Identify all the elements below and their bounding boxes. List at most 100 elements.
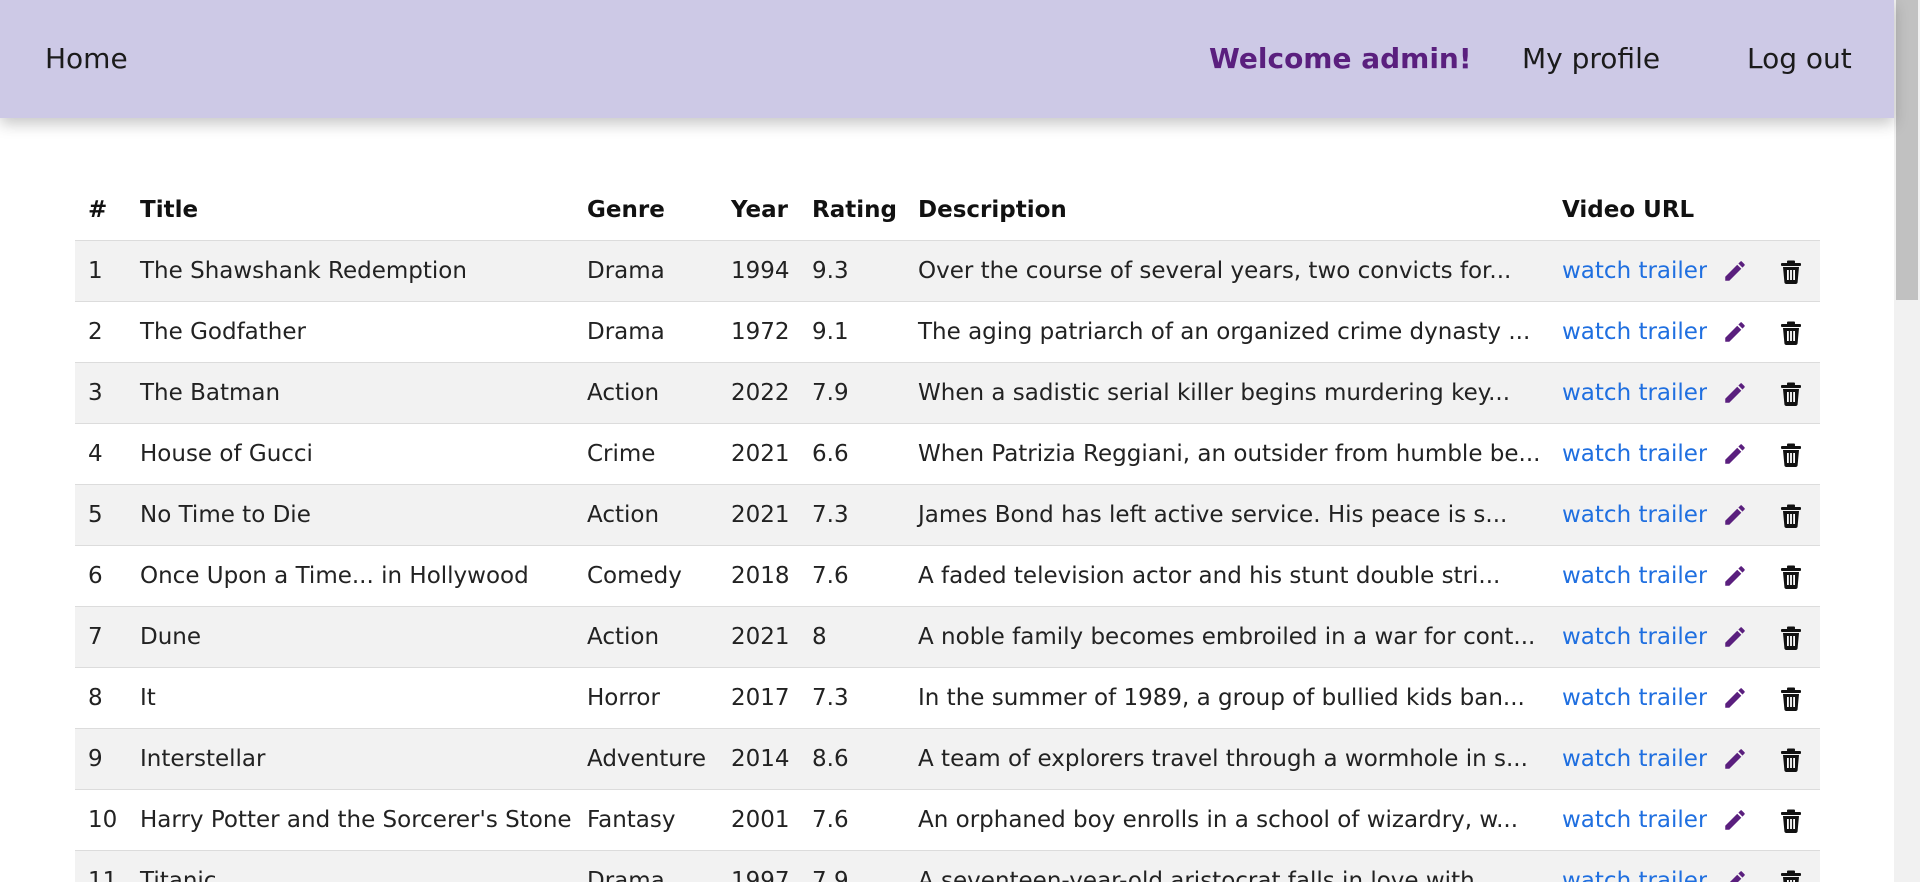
trash-icon[interactable] bbox=[1780, 809, 1802, 833]
table-body: 1 The Shawshank Redemption Drama 1994 9.3 Ove… bbox=[75, 240, 1820, 882]
trash-icon[interactable] bbox=[1780, 565, 1802, 589]
trash-icon[interactable] bbox=[1780, 504, 1802, 528]
watch-trailer-link[interactable]: watch trailer bbox=[1562, 563, 1707, 589]
cell-rating: 6.6 bbox=[799, 423, 905, 485]
cell-year: 1994 bbox=[718, 240, 799, 302]
table-row: 5 No Time to Die Action 2021 7.3 James Bond h… bbox=[75, 484, 1820, 546]
cell-description: A noble family becomes embroiled in a wa… bbox=[905, 606, 1549, 668]
cell-genre: Adventure bbox=[574, 728, 718, 790]
cell-number: 3 bbox=[75, 362, 127, 424]
cell-delete bbox=[1762, 667, 1820, 729]
watch-trailer-link[interactable]: watch trailer bbox=[1562, 319, 1707, 345]
trash-icon[interactable] bbox=[1780, 382, 1802, 406]
cell-number: 11 bbox=[75, 850, 127, 882]
cell-video-url: watch trailer bbox=[1549, 301, 1707, 363]
cell-number: 6 bbox=[75, 545, 127, 607]
cell-genre: Comedy bbox=[574, 545, 718, 607]
cell-number: 4 bbox=[75, 423, 127, 485]
cell-video-url: watch trailer bbox=[1549, 728, 1707, 790]
table-row: 3 The Batman Action 2022 7.9 When a sadistic … bbox=[75, 362, 1820, 424]
page: Home Welcome admin! My profile Log out # bbox=[0, 0, 1920, 882]
cell-description: When a sadistic serial killer begins mur… bbox=[905, 362, 1549, 424]
cell-video-url: watch trailer bbox=[1549, 667, 1707, 729]
cell-description: An orphaned boy enrolls in a school of w… bbox=[905, 789, 1549, 851]
cell-description: The aging patriarch of an organized crim… bbox=[905, 301, 1549, 363]
pencil-icon[interactable] bbox=[1722, 380, 1748, 406]
nav-home-link[interactable]: Home bbox=[45, 0, 128, 118]
cell-edit bbox=[1707, 484, 1762, 546]
cell-rating: 8 bbox=[799, 606, 905, 668]
watch-trailer-link[interactable]: watch trailer bbox=[1562, 624, 1707, 650]
cell-year: 2021 bbox=[718, 606, 799, 668]
cell-title: The Batman bbox=[127, 362, 574, 424]
pencil-icon[interactable] bbox=[1722, 258, 1748, 284]
cell-description: A faded television actor and his stunt d… bbox=[905, 545, 1549, 607]
watch-trailer-link[interactable]: watch trailer bbox=[1562, 685, 1707, 711]
cell-delete bbox=[1762, 484, 1820, 546]
cell-title: The Shawshank Redemption bbox=[127, 240, 574, 302]
pencil-icon[interactable] bbox=[1722, 441, 1748, 467]
cell-edit bbox=[1707, 423, 1762, 485]
cell-video-url: watch trailer bbox=[1549, 606, 1707, 668]
column-header-year: Year bbox=[718, 180, 799, 241]
nav-logout-link[interactable]: Log out bbox=[1747, 0, 1852, 118]
cell-edit bbox=[1707, 850, 1762, 882]
trash-icon[interactable] bbox=[1780, 870, 1802, 882]
cell-description: In the summer of 1989, a group of bullie… bbox=[905, 667, 1549, 729]
pencil-icon[interactable] bbox=[1722, 319, 1748, 345]
pencil-icon[interactable] bbox=[1722, 563, 1748, 589]
trash-icon[interactable] bbox=[1780, 626, 1802, 650]
trash-icon[interactable] bbox=[1780, 748, 1802, 772]
cell-genre: Action bbox=[574, 484, 718, 546]
cell-delete bbox=[1762, 301, 1820, 363]
cell-title: Dune bbox=[127, 606, 574, 668]
pencil-icon[interactable] bbox=[1722, 868, 1748, 882]
watch-trailer-link[interactable]: watch trailer bbox=[1562, 746, 1707, 772]
cell-number: 7 bbox=[75, 606, 127, 668]
cell-rating: 9.3 bbox=[799, 240, 905, 302]
nav-my-profile-link[interactable]: My profile bbox=[1522, 0, 1660, 118]
cell-video-url: watch trailer bbox=[1549, 240, 1707, 302]
trash-icon[interactable] bbox=[1780, 260, 1802, 284]
column-header-title: Title bbox=[127, 180, 574, 241]
cell-number: 1 bbox=[75, 240, 127, 302]
cell-year: 1997 bbox=[718, 850, 799, 882]
watch-trailer-link[interactable]: watch trailer bbox=[1562, 441, 1707, 467]
cell-rating: 7.6 bbox=[799, 545, 905, 607]
cell-description: Over the course of several years, two co… bbox=[905, 240, 1549, 302]
cell-title: Interstellar bbox=[127, 728, 574, 790]
cell-title: No Time to Die bbox=[127, 484, 574, 546]
pencil-icon[interactable] bbox=[1722, 746, 1748, 772]
watch-trailer-link[interactable]: watch trailer bbox=[1562, 380, 1707, 406]
table-row: 1 The Shawshank Redemption Drama 1994 9.3 Ove… bbox=[75, 240, 1820, 302]
pencil-icon[interactable] bbox=[1722, 685, 1748, 711]
pencil-icon[interactable] bbox=[1722, 624, 1748, 650]
cell-delete bbox=[1762, 423, 1820, 485]
watch-trailer-link[interactable]: watch trailer bbox=[1562, 502, 1707, 528]
column-header-edit bbox=[1707, 180, 1762, 241]
cell-title: Once Upon a Time... in Hollywood bbox=[127, 545, 574, 607]
cell-year: 2021 bbox=[718, 484, 799, 546]
cell-year: 1972 bbox=[718, 301, 799, 363]
cell-genre: Action bbox=[574, 362, 718, 424]
cell-rating: 7.9 bbox=[799, 850, 905, 882]
trash-icon[interactable] bbox=[1780, 321, 1802, 345]
cell-year: 2022 bbox=[718, 362, 799, 424]
trash-icon[interactable] bbox=[1780, 443, 1802, 467]
column-header-rating: Rating bbox=[799, 180, 905, 241]
scrollbar-thumb[interactable] bbox=[1896, 0, 1918, 300]
watch-trailer-link[interactable]: watch trailer bbox=[1562, 258, 1707, 284]
trash-icon[interactable] bbox=[1780, 687, 1802, 711]
pencil-icon[interactable] bbox=[1722, 502, 1748, 528]
page-scrollbar[interactable] bbox=[1894, 0, 1920, 882]
table-row: 7 Dune Action 2021 8 A noble family becomes e… bbox=[75, 606, 1820, 668]
table-row: 9 Interstellar Adventure 2014 8.6 A team of e… bbox=[75, 728, 1820, 790]
watch-trailer-link[interactable]: watch trailer bbox=[1562, 868, 1707, 882]
watch-trailer-link[interactable]: watch trailer bbox=[1562, 807, 1707, 833]
column-header-description: Description bbox=[905, 180, 1549, 241]
cell-rating: 9.1 bbox=[799, 301, 905, 363]
cell-genre: Drama bbox=[574, 850, 718, 882]
pencil-icon[interactable] bbox=[1722, 807, 1748, 833]
cell-description: A team of explorers travel through a wor… bbox=[905, 728, 1549, 790]
cell-genre: Crime bbox=[574, 423, 718, 485]
